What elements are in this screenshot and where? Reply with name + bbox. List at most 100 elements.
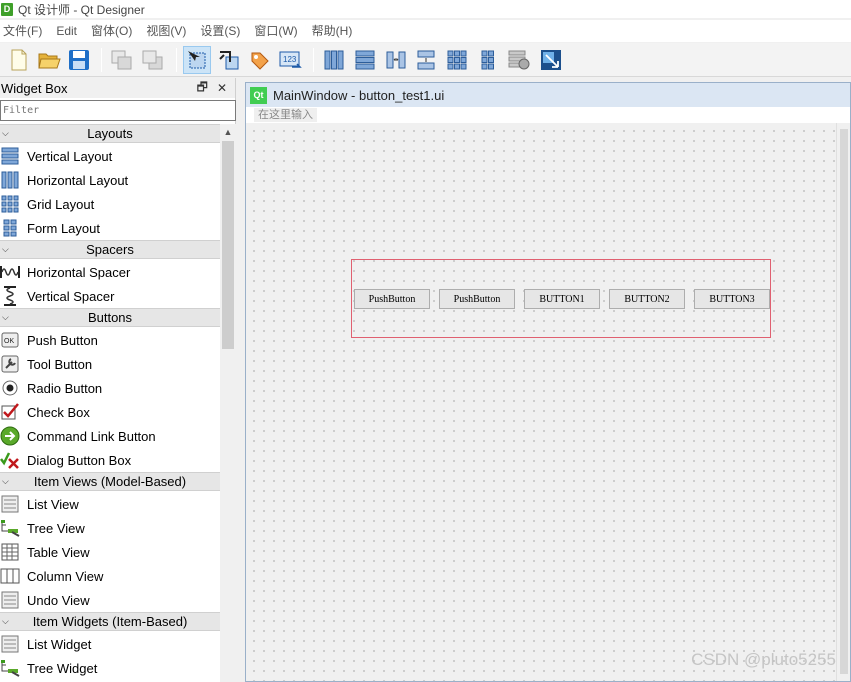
grid-layout-icon[interactable] bbox=[443, 46, 471, 74]
button2[interactable]: BUTTON2 bbox=[609, 289, 685, 309]
list-item-command-link-button[interactable]: Command Link Button bbox=[0, 424, 220, 448]
window-title: Qt 设计师 - Qt Designer bbox=[18, 2, 145, 17]
list-item-form-layout[interactable]: Form Layout bbox=[0, 216, 220, 240]
list-item-column-view[interactable]: Column View bbox=[0, 564, 220, 588]
list-item-label: Tool Button bbox=[27, 356, 93, 372]
list-item-push-button[interactable]: OK Push Button bbox=[0, 328, 220, 352]
qt-designer-app-icon: D bbox=[1, 2, 13, 16]
vertical-layout-icon[interactable] bbox=[351, 46, 379, 74]
form-title-bar[interactable]: Qt MainWindow - button_test1.ui bbox=[246, 83, 850, 107]
push-button-2[interactable]: PushButton bbox=[439, 289, 515, 309]
new-file-icon[interactable] bbox=[5, 46, 33, 74]
list-item-tool-button[interactable]: Tool Button bbox=[0, 352, 220, 376]
chevron-down-icon: ⌵ bbox=[2, 312, 9, 322]
send-to-back-icon[interactable] bbox=[108, 46, 136, 74]
list-item-list-widget[interactable]: List Widget bbox=[0, 632, 220, 656]
menu-window[interactable]: 窗口(W) bbox=[251, 20, 304, 42]
list-item-table-view[interactable]: Table View bbox=[0, 540, 220, 564]
category-spacers[interactable]: ⌵ Spacers bbox=[0, 240, 220, 259]
menu-help[interactable]: 帮助(H) bbox=[309, 20, 360, 42]
dialog-button-box-icon bbox=[0, 450, 20, 470]
form-scrollbar[interactable] bbox=[836, 123, 850, 681]
table-view-icon bbox=[0, 542, 20, 562]
list-item-undo-view[interactable]: Undo View bbox=[0, 588, 220, 612]
category-item-widgets[interactable]: ⌵ Item Widgets (Item-Based) bbox=[0, 612, 220, 631]
svg-text:123: 123 bbox=[283, 55, 297, 64]
bring-to-front-icon[interactable] bbox=[139, 46, 167, 74]
scrollbar-thumb[interactable] bbox=[840, 129, 848, 674]
command-link-arrow-icon bbox=[0, 426, 20, 446]
menu-bar: 文件(F) Edit 窗体(O) 视图(V) 设置(S) 窗口(W) 帮助(H) bbox=[0, 20, 851, 42]
list-item-check-box[interactable]: Check Box bbox=[0, 400, 220, 424]
button3[interactable]: BUTTON3 bbox=[694, 289, 770, 309]
form-window[interactable]: Qt MainWindow - button_test1.ui 在这里输入 Pu… bbox=[245, 82, 851, 682]
list-item-list-view[interactable]: List View bbox=[0, 492, 220, 516]
float-panel-icon[interactable]: 🗗 bbox=[197, 78, 208, 99]
widget-box-scrollbar[interactable]: ▲ bbox=[220, 124, 236, 682]
push-button-icon: OK bbox=[0, 330, 20, 350]
widget-list: ⌵ Layouts Vertical Layout Horizontal Lay… bbox=[0, 124, 220, 682]
form-title: MainWindow - button_test1.ui bbox=[273, 87, 445, 103]
list-item-grid-layout[interactable]: Grid Layout bbox=[0, 192, 220, 216]
category-item-views[interactable]: ⌵ Item Views (Model-Based) bbox=[0, 472, 220, 491]
widget-box-title: Widget Box bbox=[1, 80, 68, 96]
list-item-vertical-layout[interactable]: Vertical Layout bbox=[0, 144, 220, 168]
horizontal-layout-icon[interactable] bbox=[320, 46, 348, 74]
list-item-label: Dialog Button Box bbox=[27, 452, 132, 468]
widget-filter-input[interactable] bbox=[0, 100, 236, 121]
edit-buddies-icon[interactable] bbox=[245, 46, 273, 74]
chevron-down-icon: ⌵ bbox=[2, 128, 9, 138]
menu-file[interactable]: 文件(F) bbox=[0, 20, 49, 42]
chevron-down-icon: ⌵ bbox=[2, 244, 9, 254]
radio-button-icon bbox=[0, 378, 20, 398]
form-canvas[interactable]: PushButton PushButton BUTTON1 BUTTON2 BU… bbox=[246, 123, 838, 681]
edit-signals-slots-icon[interactable] bbox=[215, 46, 243, 74]
category-label: Layouts bbox=[87, 126, 133, 141]
list-item-label: Tree Widget bbox=[27, 660, 98, 676]
list-item-dialog-button-box[interactable]: Dialog Button Box bbox=[0, 448, 220, 472]
push-button-1[interactable]: PushButton bbox=[354, 289, 430, 309]
edit-tab-order-icon[interactable]: 123 bbox=[276, 46, 304, 74]
horizontal-splitter-icon[interactable] bbox=[382, 46, 410, 74]
list-item-tree-widget[interactable]: Tree Widget bbox=[0, 656, 220, 680]
scroll-up-arrow-icon[interactable]: ▲ bbox=[220, 124, 236, 140]
button1[interactable]: BUTTON1 bbox=[524, 289, 600, 309]
close-panel-icon[interactable]: ✕ bbox=[217, 81, 227, 95]
vertical-spacer-icon bbox=[0, 286, 20, 306]
menu-form[interactable]: 窗体(O) bbox=[88, 20, 139, 42]
list-item-radio-button[interactable]: Radio Button bbox=[0, 376, 220, 400]
save-icon[interactable] bbox=[65, 46, 93, 74]
menu-edit[interactable]: Edit bbox=[53, 20, 84, 42]
list-item-label: Radio Button bbox=[27, 380, 103, 396]
mdi-area: Qt MainWindow - button_test1.ui 在这里输入 Pu… bbox=[237, 78, 851, 682]
grid-layout-icon bbox=[0, 194, 20, 214]
break-layout-icon[interactable] bbox=[505, 46, 533, 74]
scrollbar-thumb[interactable] bbox=[222, 141, 234, 349]
list-view-icon bbox=[0, 494, 20, 514]
column-view-icon bbox=[0, 566, 20, 586]
list-item-label: Vertical Spacer bbox=[27, 288, 115, 304]
list-item-tree-view[interactable]: Tree View bbox=[0, 516, 220, 540]
list-item-label: Push Button bbox=[27, 332, 98, 348]
list-item-label: Undo View bbox=[27, 592, 90, 608]
list-widget-icon bbox=[0, 634, 20, 654]
list-item-horizontal-spacer[interactable]: Horizontal Spacer bbox=[0, 260, 220, 284]
horizontal-layout-frame[interactable]: PushButton PushButton BUTTON1 BUTTON2 BU… bbox=[351, 259, 771, 338]
category-buttons[interactable]: ⌵ Buttons bbox=[0, 308, 220, 327]
category-layouts[interactable]: ⌵ Layouts bbox=[0, 124, 220, 143]
category-label: Buttons bbox=[87, 310, 133, 325]
vertical-splitter-icon[interactable] bbox=[412, 46, 440, 74]
form-layout-icon[interactable] bbox=[474, 46, 502, 74]
list-item-vertical-spacer[interactable]: Vertical Spacer bbox=[0, 284, 220, 308]
open-folder-icon[interactable] bbox=[35, 46, 63, 74]
menu-settings[interactable]: 设置(S) bbox=[197, 20, 247, 42]
adjust-size-icon[interactable] bbox=[537, 46, 565, 74]
horizontal-layout-icon bbox=[0, 170, 20, 190]
list-item-label: Command Link Button bbox=[27, 428, 156, 444]
watermark: CSDN @pluto5255 bbox=[691, 650, 836, 669]
type-here-menu-placeholder[interactable]: 在这里输入 bbox=[254, 108, 317, 122]
edit-widgets-icon[interactable] bbox=[183, 46, 211, 74]
list-item-horizontal-layout[interactable]: Horizontal Layout bbox=[0, 168, 220, 192]
menu-view[interactable]: 视图(V) bbox=[143, 20, 193, 42]
list-item-label: Vertical Layout bbox=[27, 148, 113, 164]
